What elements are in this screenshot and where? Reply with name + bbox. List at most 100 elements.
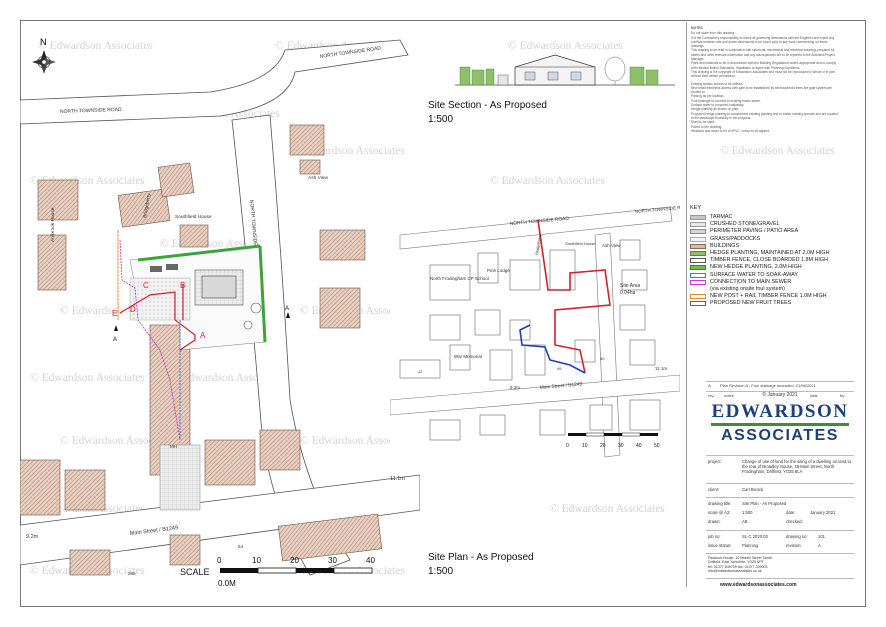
location-level-east: 11.1m	[655, 366, 667, 371]
job-no-label: job no:	[708, 534, 721, 539]
legend-item: NEW HEDGE PLANTING, 2.0M HIGH	[690, 264, 840, 271]
divider	[706, 381, 854, 382]
scale-tick-10: 10	[252, 556, 261, 565]
legend-item: TARMAC	[690, 214, 840, 221]
note-item: Windows and doors to be of uPVC, colour …	[691, 128, 770, 133]
label-southfield-location: Southfield House	[565, 241, 596, 246]
client-label: client:	[708, 487, 719, 492]
section-marker-east: A	[285, 306, 289, 312]
legend-label: CONNECTION TO MAIN SEWER	[710, 278, 792, 285]
legend-swatch	[690, 294, 706, 300]
legend-swatch	[690, 258, 706, 264]
location-scale-tick-50: 50	[654, 443, 660, 449]
logo-rule	[711, 423, 849, 426]
legend-label: (via existing onsite foul system)	[710, 285, 785, 292]
issue-status-value: Planning	[742, 543, 759, 548]
job-no-value: SL-C 2020.03	[742, 534, 768, 539]
checked-label: checked:	[786, 519, 803, 524]
legend-swatch	[690, 272, 706, 278]
legend-swatch	[690, 215, 706, 221]
legend-label: SURFACE WATER TO SOAK-AWAY	[710, 271, 798, 278]
point-c: C	[143, 281, 149, 290]
legend-item: BUILDINGS	[690, 243, 840, 250]
scale-tick-40: 40	[366, 556, 375, 565]
divider	[706, 483, 854, 484]
legend-swatch	[690, 222, 706, 228]
legend-item: PROPOSED NEW FRUIT TREES	[690, 300, 840, 307]
label-war-memorial: War Memorial	[454, 354, 482, 359]
divider	[706, 530, 854, 531]
client-value: Carl Bicock	[742, 487, 764, 492]
notes-general: Do not scale from this drawing. It is th…	[687, 31, 845, 78]
legend-swatch	[690, 279, 706, 285]
legend-label: GRASS/PADDOCKS	[710, 235, 761, 242]
divider	[706, 497, 854, 498]
drawing-title-value: Site Plan - As Proposed	[742, 501, 787, 506]
date-label: date:	[786, 510, 796, 515]
issue-status-label: issue status:	[708, 543, 732, 548]
copyright: © January 2021	[762, 392, 798, 398]
legend: KEY TARMAC CRUSHED STONE/GRAVEL PERIMETER …	[690, 205, 840, 307]
site-section-scale: 1:500	[428, 114, 454, 125]
site-plan-scale: 1:500	[428, 566, 454, 577]
label-ash-view: Ash View	[308, 175, 328, 181]
scale-tick-0: 0	[217, 556, 222, 565]
label-no-50: 50	[600, 356, 605, 361]
project-label: project:	[708, 459, 722, 464]
compass-icon	[32, 50, 56, 74]
label-pine-lodge: Pine Lodge	[487, 268, 510, 273]
legend-swatch	[690, 236, 706, 242]
label-school: North Frodingham CP School	[430, 276, 489, 281]
label-no-49: 49	[557, 366, 562, 371]
divider	[706, 553, 854, 554]
note-general: This drawing is the copyright of Edwards…	[691, 69, 835, 79]
label-no-28a: 28a	[128, 571, 136, 576]
point-e: E	[112, 309, 117, 318]
scale-unit-note: 0.0M	[218, 579, 236, 588]
point-d: D	[130, 305, 136, 314]
revision-letter: A	[708, 383, 711, 388]
legend-label: NEW POST + RAIL TIMBER FENCE 1.0M HIGH	[710, 293, 827, 300]
address-line: info@edwardsonassociates.co.uk	[708, 569, 762, 574]
location-scale-tick-20: 20	[600, 443, 606, 449]
legend-item: CRUSHED STONE/GRAVEL	[690, 221, 840, 228]
notes-numbered: Existing tarmac access to be utilised. N…	[687, 82, 845, 134]
legend-item: SURFACE WATER TO SOAK-AWAY	[690, 272, 840, 279]
legend-item: (via existing onsite foul system)	[690, 286, 840, 293]
revision-value: A	[818, 543, 821, 548]
point-a: A	[200, 331, 206, 340]
legend-item: NEW POST + RAIL TIMBER FENCE 1.0M HIGH	[690, 293, 840, 300]
scale-tick-30: 30	[328, 556, 337, 565]
legend-label: TARMAC	[710, 214, 733, 221]
note-general: Plant and materials to be in accordance …	[691, 61, 837, 70]
logo-line-1: EDWARDSON	[711, 401, 849, 422]
legend-label: HEDGE PLANTING, MAINTAINED AT 2.0M HIGH	[710, 250, 830, 257]
level-east: 11.1m	[390, 476, 405, 482]
logo-line-2: ASSOCIATES	[721, 427, 839, 444]
section-marker-west: A	[113, 337, 117, 343]
legend-label: PERIMETER PAVING / PATIO AREA	[710, 228, 799, 235]
divider	[706, 578, 854, 579]
drawn-label: drawn:	[708, 519, 721, 524]
label-ash-view-location: Ash View	[602, 243, 621, 248]
company-website[interactable]: www.edwardsonassociates.com	[720, 582, 797, 588]
legend-swatch	[690, 265, 706, 271]
scale-field-value: 1:500	[742, 510, 753, 515]
label-southfield: Southfield House	[175, 214, 212, 220]
legend-swatch	[690, 229, 706, 235]
location-scale-tick-30: 30	[618, 443, 624, 449]
legend-item: GRASS/PADDOCKS	[690, 236, 840, 243]
site-plan-map: N NORTH TOWNSIDE ROAD NORTH TOWNSIDE ROA…	[20, 37, 420, 576]
drawing-title-label: drawing title:	[708, 501, 732, 506]
location-scale-tick-10: 10	[582, 443, 588, 449]
legend-label: CRUSHED STONE/GRAVEL	[710, 221, 780, 228]
note-item: New small frameless access with gate to …	[691, 85, 832, 95]
location-scale-tick-0: 0	[566, 443, 569, 449]
legend-label: PROPOSED NEW FRUIT TREES	[710, 300, 792, 307]
site-section-title: Site Section - As Proposed	[428, 100, 547, 111]
label-no-54: 54	[238, 544, 244, 549]
label-ambrook: Ambrook House	[50, 207, 56, 242]
legend-item: CONNECTION TO MAIN SEWER	[690, 279, 840, 286]
site-section-drawing	[455, 54, 675, 86]
legend-label: NEW HEDGE PLANTING, 2.0M HIGH	[710, 264, 802, 271]
